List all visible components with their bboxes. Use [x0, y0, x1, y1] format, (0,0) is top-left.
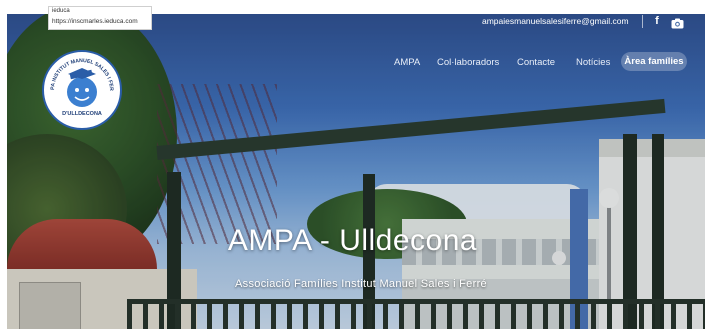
status-tooltip-url: https://inscmarles.ieduca.com	[52, 18, 138, 25]
link-status-tooltip: ieduca https://inscmarles.ieduca.com	[48, 6, 152, 30]
facebook-icon[interactable]: f	[652, 15, 662, 28]
nav-item-ampa[interactable]: AMPA	[394, 55, 420, 71]
camera-icon[interactable]	[671, 16, 684, 29]
nav-item-collaboradors[interactable]: Col·laboradors	[437, 55, 499, 71]
nav-item-area-families[interactable]: Àrea famílies	[621, 52, 687, 71]
hero-subtitle: Associació Famílies Institut Manuel Sale…	[235, 278, 487, 290]
topbar-divider	[642, 15, 643, 28]
status-tooltip-title: ieduca	[52, 8, 70, 14]
nav-item-area-families-label: Àrea famílies	[624, 56, 684, 67]
nav-item-contacte[interactable]: Contacte	[517, 55, 555, 71]
nav-item-noticies[interactable]: Notícies	[576, 55, 610, 71]
logo-place-text: D'ULLDECONA	[62, 111, 102, 117]
page: ieduca https://inscmarles.ieduca.com amp…	[0, 0, 705, 329]
email-link[interactable]: ampaiesmanuelsalesiferre@gmail.com	[482, 16, 629, 26]
ampa-logo[interactable]: AMPA INSTITUT MANUEL SALES I FERRÉ D'ULL…	[42, 50, 122, 130]
hero-title: AMPA - Ulldecona	[227, 224, 478, 257]
